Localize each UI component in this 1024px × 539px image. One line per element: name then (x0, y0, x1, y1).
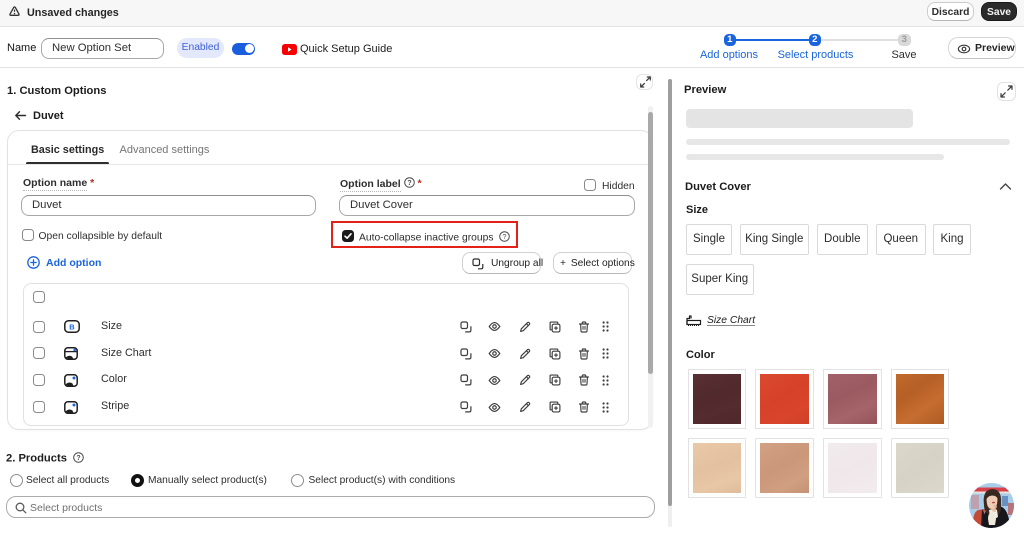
svg-text:?: ? (76, 455, 80, 462)
svg-text:B: B (69, 323, 75, 332)
svg-text:?: ? (407, 180, 411, 187)
svg-text:?: ? (503, 234, 507, 241)
